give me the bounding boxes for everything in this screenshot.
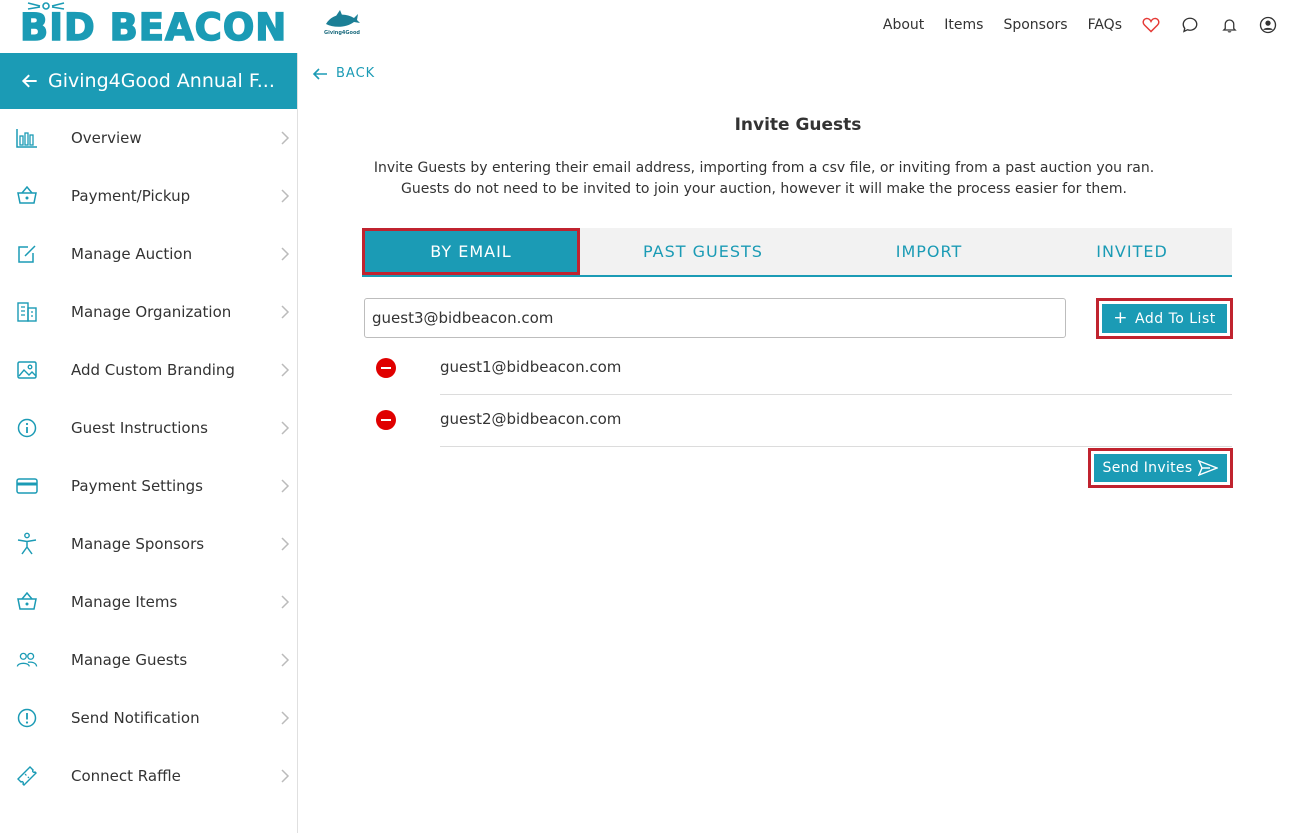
chevron-right-icon	[281, 595, 290, 609]
list-item: guest1@bidbeacon.com	[362, 343, 1232, 395]
chat-icon[interactable]	[1180, 15, 1200, 35]
sidebar-item-payment-settings[interactable]: Payment Settings	[0, 457, 297, 515]
sidebar-item-overview[interactable]: Overview	[0, 109, 297, 167]
guest-email: guest1@bidbeacon.com	[440, 358, 622, 376]
chevron-right-icon	[281, 653, 290, 667]
tab-past-guests[interactable]: PAST GUESTS	[580, 228, 826, 275]
basket-icon	[16, 591, 38, 613]
arrow-left-icon	[312, 67, 327, 80]
sidebar-item-label: Payment Settings	[71, 477, 203, 495]
sidebar-item-connect-raffle[interactable]: Connect Raffle	[0, 747, 297, 805]
nav-about[interactable]: About	[883, 17, 924, 33]
bar-chart-icon	[16, 127, 38, 149]
chevron-right-icon	[281, 131, 290, 145]
sidebar-item-manage-auction[interactable]: Manage Auction	[0, 225, 297, 283]
send-invites-label: Send Invites	[1102, 460, 1193, 476]
credit-card-icon	[16, 475, 38, 497]
email-field[interactable]	[364, 298, 1066, 338]
sidebar-item-label: Manage Guests	[71, 651, 188, 669]
guest-email: guest2@bidbeacon.com	[440, 410, 622, 428]
sidebar-item-label: Manage Sponsors	[71, 535, 205, 553]
send-invites-button[interactable]: Send Invites	[1094, 454, 1227, 482]
sidebar: Giving4Good Annual F... Overview Payment…	[0, 53, 298, 833]
sidebar-item-manage-sponsors[interactable]: Manage Sponsors	[0, 515, 297, 573]
add-to-list-highlight: + Add To List	[1096, 298, 1233, 339]
ticket-icon	[16, 765, 38, 787]
sidebar-item-manage-organization[interactable]: Manage Organization	[0, 283, 297, 341]
arrow-left-icon	[21, 74, 37, 88]
chevron-right-icon	[281, 421, 290, 435]
basket-icon	[16, 185, 38, 207]
chevron-right-icon	[281, 711, 290, 725]
sidebar-item-label: Manage Items	[71, 593, 178, 611]
info-icon	[16, 417, 38, 439]
tab-invited[interactable]: INVITED	[1032, 228, 1232, 275]
add-to-list-label: Add To List	[1135, 310, 1216, 327]
page-description: Invite Guests by entering their email ad…	[373, 160, 1155, 197]
organization-logo: Giving4Good	[324, 8, 362, 38]
chevron-right-icon	[281, 247, 290, 261]
heart-icon[interactable]	[1141, 15, 1161, 35]
chevron-right-icon	[281, 305, 290, 319]
chevron-right-icon	[281, 479, 290, 493]
sidebar-item-custom-branding[interactable]: Add Custom Branding	[0, 341, 297, 399]
nav-items[interactable]: Items	[944, 17, 983, 33]
bell-icon[interactable]	[1219, 15, 1239, 35]
logo-text: BID BEACON	[19, 5, 288, 50]
alert-icon	[16, 707, 38, 729]
sidebar-item-label: Manage Organization	[71, 303, 232, 321]
divider	[440, 446, 1232, 447]
sidebar-item-label: Payment/Pickup	[71, 187, 191, 205]
auction-title: Giving4Good Annual F...	[48, 70, 275, 92]
chevron-right-icon	[281, 537, 290, 551]
tab-by-email[interactable]: BY EMAIL	[362, 228, 580, 275]
edit-icon	[16, 243, 38, 265]
chevron-right-icon	[281, 363, 290, 377]
people-icon	[16, 649, 38, 671]
nav-faqs[interactable]: FAQs	[1088, 17, 1122, 33]
sidebar-item-send-notification[interactable]: Send Notification	[0, 689, 297, 747]
add-to-list-button[interactable]: + Add To List	[1102, 304, 1227, 333]
nav-sponsors[interactable]: Sponsors	[1003, 17, 1067, 33]
sidebar-item-manage-items[interactable]: Manage Items	[0, 573, 297, 631]
building-icon	[16, 301, 38, 323]
sidebar-item-label: Add Custom Branding	[71, 361, 235, 379]
tab-import[interactable]: IMPORT	[826, 228, 1032, 275]
sidebar-item-manage-guests[interactable]: Manage Guests	[0, 631, 297, 689]
sidebar-item-payment-pickup[interactable]: Payment/Pickup	[0, 167, 297, 225]
remove-icon[interactable]	[376, 358, 396, 378]
top-navigation: About Items Sponsors FAQs	[863, 12, 1278, 38]
list-item: guest2@bidbeacon.com	[362, 395, 1232, 447]
send-icon	[1198, 460, 1219, 476]
chevron-right-icon	[281, 189, 290, 203]
sidebar-item-label: Overview	[71, 129, 142, 147]
back-label: BACK	[336, 66, 376, 81]
top-bar: BID BEACON Giving4Good About Items Spons…	[0, 0, 1294, 52]
person-icon	[16, 532, 38, 555]
sidebar-item-label: Send Notification	[71, 709, 200, 727]
account-icon[interactable]	[1258, 15, 1278, 35]
sidebar-back-header[interactable]: Giving4Good Annual F...	[0, 53, 297, 109]
plus-icon: +	[1113, 308, 1129, 328]
sidebar-item-label: Guest Instructions	[71, 419, 208, 437]
page-title: Invite Guests	[734, 115, 862, 135]
sidebar-item-label: Connect Raffle	[71, 767, 181, 785]
sidebar-item-guest-instructions[interactable]: Guest Instructions	[0, 399, 297, 457]
chevron-right-icon	[281, 769, 290, 783]
send-invites-highlight: Send Invites	[1088, 448, 1233, 488]
org-logo-text: Giving4Good	[324, 30, 360, 36]
image-icon	[16, 359, 38, 381]
remove-icon[interactable]	[376, 410, 396, 430]
back-link[interactable]: BACK	[312, 66, 375, 81]
whale-icon	[326, 10, 360, 27]
bid-beacon-logo[interactable]: BID BEACON	[19, 0, 287, 50]
invite-tabs: BY EMAIL PAST GUESTS IMPORT INVITED	[362, 228, 1232, 277]
sidebar-item-label: Manage Auction	[71, 245, 193, 263]
